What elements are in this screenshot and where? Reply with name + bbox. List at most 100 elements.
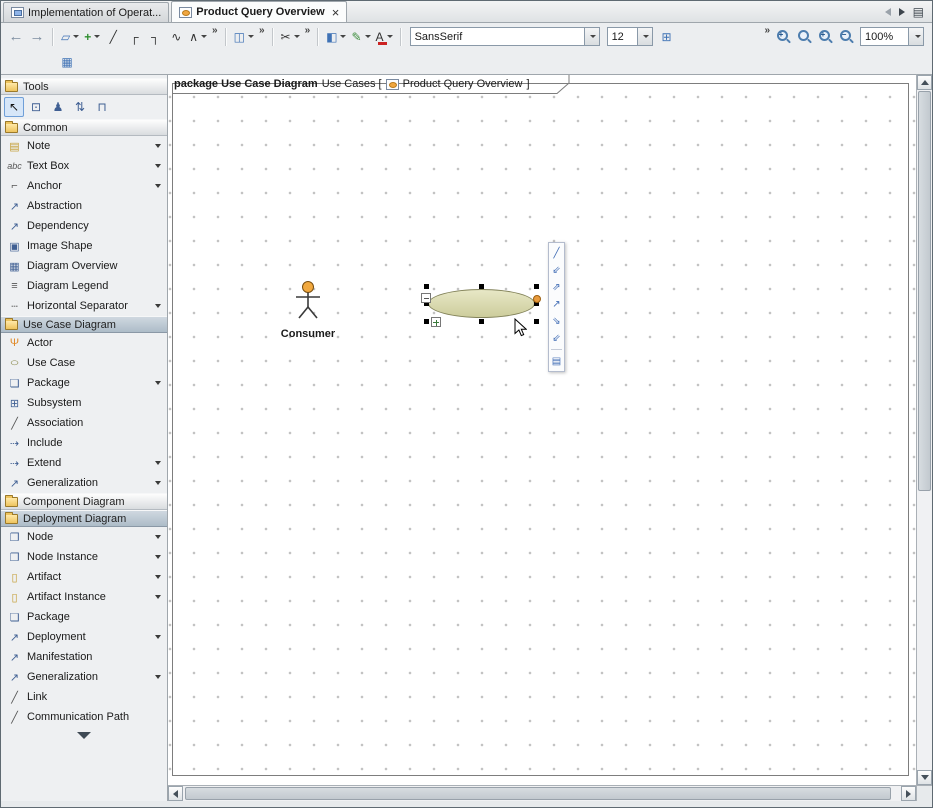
draw-path-button[interactable]: ╱ (550, 246, 563, 260)
sidebar-item-node-instance[interactable]: ❐Node Instance (1, 547, 167, 567)
rectilinear-path-button[interactable]: ┌ (124, 26, 144, 48)
chevron-down-icon[interactable] (155, 461, 161, 465)
vertical-scrollbar[interactable] (916, 74, 932, 785)
sidebar-item-package-deployment[interactable]: ❏Package (1, 607, 167, 627)
sidebar-item-dependency[interactable]: ↗Dependency (1, 216, 167, 236)
chevron-down-icon[interactable] (155, 555, 161, 559)
chevron-down-icon[interactable] (155, 381, 161, 385)
close-tab-icon[interactable]: × (332, 6, 340, 19)
sidebar-item-image-shape[interactable]: ▣Image Shape (1, 236, 167, 256)
selection-handle[interactable] (424, 284, 429, 289)
sidebar-item-node[interactable]: ❐Node (1, 527, 167, 547)
tab-implementation-of-operations[interactable]: Implementation of Operat... (3, 2, 169, 22)
palette-section-deployment-diagram[interactable]: Deployment Diagram (1, 510, 167, 527)
sidebar-item-generalization-deployment[interactable]: ↗Generalization (1, 667, 167, 687)
diagram-canvas[interactable]: package Use Case Diagram Use Cases [ Pro… (168, 74, 916, 785)
zoom-selection-button[interactable]: + (773, 26, 793, 48)
combo-arrow-button[interactable] (637, 28, 652, 45)
dropdown-caret-icon[interactable] (94, 35, 100, 38)
sidebar-item-use-case[interactable]: ○Use Case (1, 353, 167, 373)
sidebar-item-extend[interactable]: ⇢Extend (1, 453, 167, 473)
dropdown-caret-icon[interactable] (73, 35, 79, 38)
copy-format-button[interactable]: ⊞ (657, 26, 677, 48)
swimlane-button[interactable]: ◫ (232, 26, 256, 48)
fit-in-window-button[interactable] (794, 26, 814, 48)
dropdown-caret-icon[interactable] (248, 35, 254, 38)
palette-section-tools[interactable]: Tools (1, 78, 167, 95)
font-color-button[interactable]: A (374, 26, 395, 48)
line-color-button[interactable]: ✎ (349, 26, 372, 48)
add-element-button[interactable]: + (82, 26, 102, 48)
selection-handle[interactable] (479, 319, 484, 324)
link-handle-icon[interactable] (533, 295, 541, 303)
oblique-path-button[interactable]: ╱ (103, 26, 123, 48)
scroll-up-button[interactable] (917, 75, 932, 90)
actor-shape[interactable]: Consumer (280, 280, 336, 340)
previous-tab-icon[interactable] (885, 8, 891, 16)
shape-tool-button[interactable]: ▱ (59, 26, 81, 48)
chevron-down-icon[interactable] (155, 144, 161, 148)
zoom-combo[interactable]: 100% (860, 27, 924, 46)
chevron-down-icon[interactable] (155, 535, 161, 539)
directed-association-button[interactable]: ⇙ (550, 263, 563, 277)
sidebar-item-communication-path[interactable]: ╱Communication Path (1, 707, 167, 727)
overflow-button[interactable]: » (762, 25, 772, 36)
dependency-button[interactable]: ⇙ (550, 331, 563, 345)
dropdown-caret-icon[interactable] (294, 35, 300, 38)
chevron-down-icon[interactable] (155, 184, 161, 188)
overflow-button[interactable]: » (303, 25, 313, 36)
overflow-button[interactable]: » (210, 25, 220, 36)
generalization-button[interactable]: ⇘ (550, 314, 563, 328)
cut-button[interactable]: ✂ (279, 26, 302, 48)
fill-color-button[interactable]: ◧ (324, 26, 348, 48)
sidebar-item-anchor[interactable]: ⌐Anchor (1, 176, 167, 196)
chevron-down-icon[interactable] (155, 575, 161, 579)
curve-path-button[interactable]: ∿ (166, 26, 186, 48)
chevron-down-icon[interactable] (155, 164, 161, 168)
grid-tool-button[interactable]: ▦ (57, 51, 77, 73)
sidebar-item-artifact[interactable]: ▯Artifact (1, 567, 167, 587)
marquee-tool-button[interactable]: ⊡ (26, 97, 46, 117)
sidebar-item-abstraction[interactable]: ↗Abstraction (1, 196, 167, 216)
overflow-button[interactable]: » (257, 25, 267, 36)
sidebar-item-horizontal-separator[interactable]: ┄Horizontal Separator (1, 296, 167, 316)
vertical-scrollbar-thumb[interactable] (918, 91, 931, 491)
tab-list-icon[interactable]: ▤ (913, 5, 924, 19)
forward-button[interactable]: → (27, 26, 47, 48)
extend-button[interactable]: ↗ (550, 297, 563, 311)
chevron-down-icon[interactable] (155, 481, 161, 485)
chevron-down-icon[interactable] (155, 635, 161, 639)
sidebar-item-artifact-instance[interactable]: ▯Artifact Instance (1, 587, 167, 607)
sidebar-item-manifestation[interactable]: ↗Manifestation (1, 647, 167, 667)
dropdown-caret-icon[interactable] (365, 35, 371, 38)
sidebar-item-link[interactable]: ╱Link (1, 687, 167, 707)
scroll-left-button[interactable] (168, 786, 183, 801)
use-case-ellipse[interactable] (428, 289, 535, 318)
align-tool-button[interactable]: ⇅ (70, 97, 90, 117)
selection-handle[interactable] (424, 319, 429, 324)
sidebar-item-diagram-overview[interactable]: ▦Diagram Overview (1, 256, 167, 276)
sidebar-item-include[interactable]: ⇢Include (1, 433, 167, 453)
sidebar-item-package[interactable]: ❏Package (1, 373, 167, 393)
horizontal-scrollbar-thumb[interactable] (185, 787, 891, 800)
sticky-tool-button[interactable]: ♟ (48, 97, 68, 117)
dropdown-caret-icon[interactable] (387, 35, 393, 38)
edit-name-icon[interactable] (421, 293, 431, 303)
selection-handle[interactable] (534, 319, 539, 324)
pointer-tool-button[interactable]: ↖ (4, 97, 24, 117)
specification-button[interactable]: ▤ (550, 354, 563, 368)
scroll-right-button[interactable] (901, 786, 916, 801)
diagram-frame-header[interactable]: package Use Case Diagram Use Cases [ Pro… (168, 75, 568, 94)
sidebar-item-diagram-legend[interactable]: ≡Diagram Legend (1, 276, 167, 296)
dropdown-caret-icon[interactable] (201, 35, 207, 38)
selection-handle[interactable] (479, 284, 484, 289)
sidebar-item-note[interactable]: ▤Note (1, 136, 167, 156)
palette-section-component-diagram[interactable]: Component Diagram (1, 493, 167, 510)
rounded-path-button[interactable]: ┐ (145, 26, 165, 48)
add-extension-point-icon[interactable] (431, 317, 441, 327)
layout-tool-button[interactable]: ⊓ (92, 97, 112, 117)
include-button[interactable]: ⇗ (550, 280, 563, 294)
combo-arrow-button[interactable] (908, 28, 923, 45)
tab-product-query-overview[interactable]: Product Query Overview × (171, 1, 347, 22)
sidebar-item-subsystem[interactable]: ⊞Subsystem (1, 393, 167, 413)
